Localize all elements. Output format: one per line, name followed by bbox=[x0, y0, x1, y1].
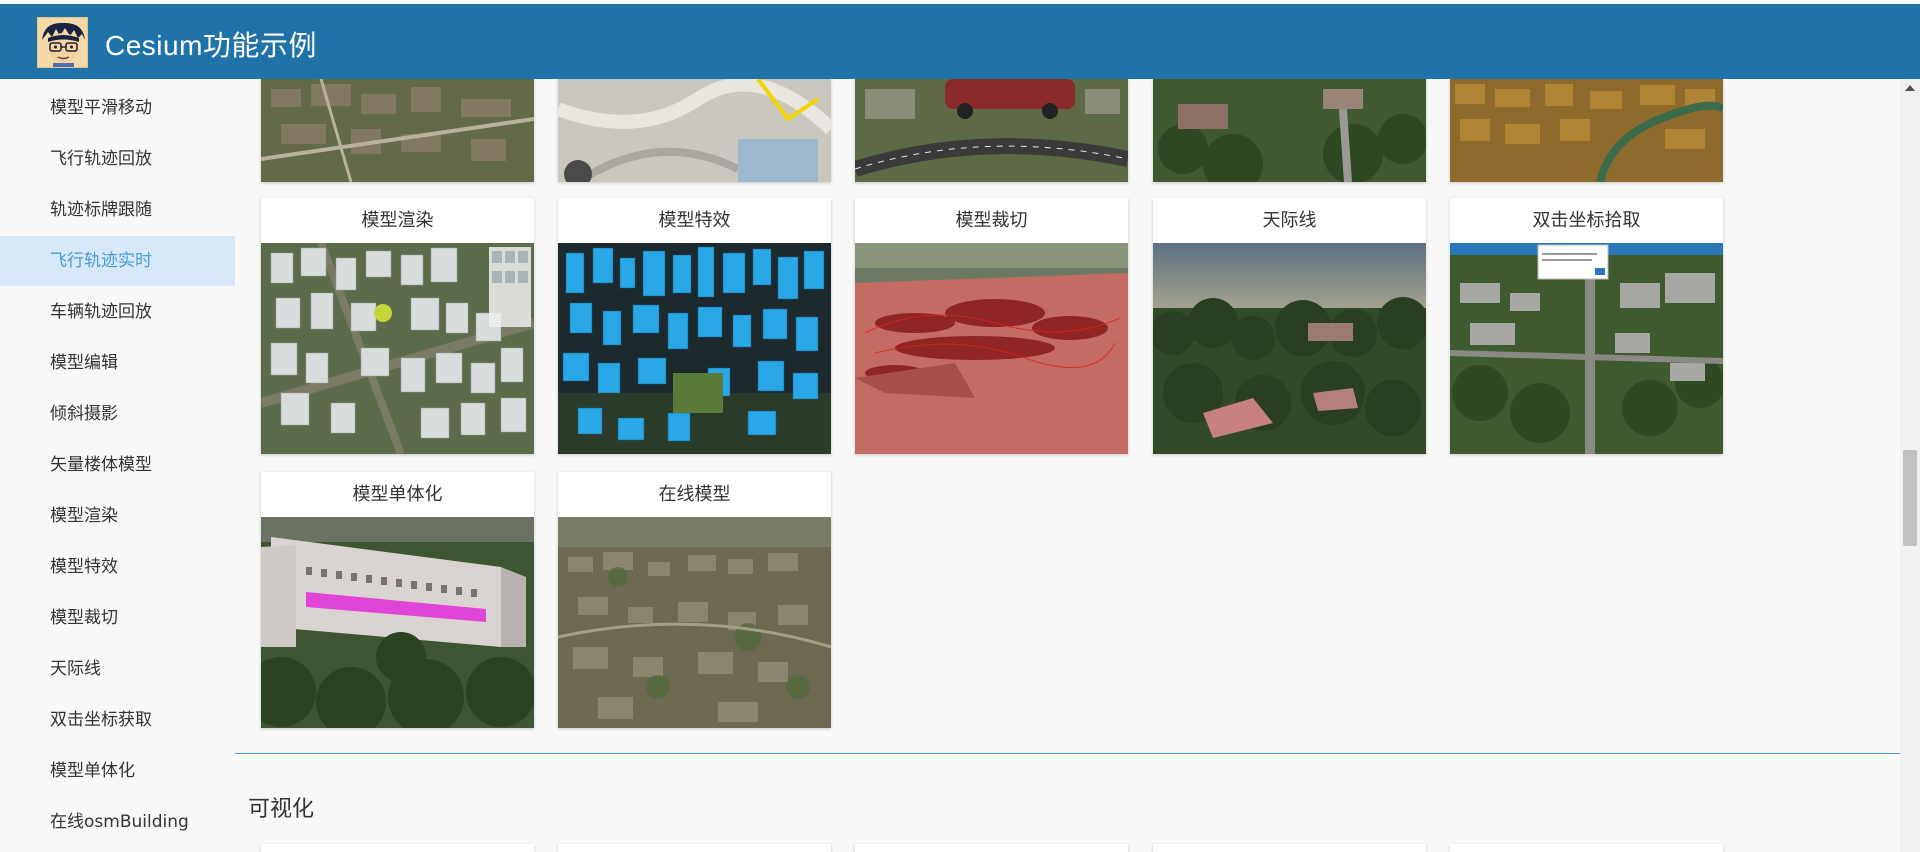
sidebar-item-model-effect[interactable]: 模型特效 bbox=[0, 542, 235, 592]
gallery-content: 模型渲染 模型特效 模型裁切 天际线 双击坐标拾取 模型单体化 在线模型 可视化 bbox=[235, 79, 1900, 852]
thumbnail-image bbox=[1450, 243, 1723, 454]
gallery-card-partial[interactable] bbox=[1450, 844, 1723, 852]
card-title: 模型渲染 bbox=[261, 198, 534, 243]
section-divider bbox=[235, 753, 1900, 754]
sidebar-item-oblique-photo[interactable]: 倾斜摄影 bbox=[0, 389, 235, 439]
gallery-card-skyline[interactable]: 天际线 bbox=[1153, 198, 1426, 454]
card-title: 天际线 bbox=[1153, 198, 1426, 243]
gallery-card-partial[interactable] bbox=[855, 844, 1128, 852]
gallery-card-partial[interactable] bbox=[855, 79, 1128, 182]
gallery-card-partial[interactable] bbox=[261, 844, 534, 852]
thumbnail-image bbox=[261, 243, 534, 454]
gallery-card-model-monomer[interactable]: 模型单体化 bbox=[261, 472, 534, 728]
sidebar-item-model-clip[interactable]: 模型裁切 bbox=[0, 593, 235, 643]
gallery-card-model-effect[interactable]: 模型特效 bbox=[558, 198, 831, 454]
sidebar-item-model-edit[interactable]: 模型编辑 bbox=[0, 338, 235, 388]
sidebar-item-model-render[interactable]: 模型渲染 bbox=[0, 491, 235, 541]
gallery-card-partial[interactable] bbox=[1450, 79, 1723, 182]
gallery-card-partial[interactable] bbox=[558, 844, 831, 852]
thumbnail-image bbox=[261, 517, 534, 728]
card-title: 模型裁切 bbox=[855, 198, 1128, 243]
gallery-card-dblclick-coord[interactable]: 双击坐标拾取 bbox=[1450, 198, 1723, 454]
vertical-scrollbar[interactable] bbox=[1900, 79, 1920, 852]
thumbnail-image bbox=[855, 243, 1128, 454]
app-title: Cesium功能示例 bbox=[105, 30, 317, 61]
thumbnail-image bbox=[558, 517, 831, 728]
thumbnail-image bbox=[558, 79, 831, 182]
scroll-thumb[interactable] bbox=[1903, 450, 1917, 546]
thumbnail-image bbox=[1153, 79, 1426, 182]
sidebar-nav: 模型平滑移动 飞行轨迹回放 轨迹标牌跟随 飞行轨迹实时 车辆轨迹回放 模型编辑 … bbox=[0, 79, 235, 852]
sidebar-item-osm-building[interactable]: 在线osmBuilding bbox=[0, 797, 235, 847]
card-title: 在线模型 bbox=[558, 472, 831, 517]
app-header: Cesium功能示例 bbox=[0, 4, 1920, 79]
thumbnail-image bbox=[261, 79, 534, 182]
card-title: 模型特效 bbox=[558, 198, 831, 243]
gallery-card-partial[interactable] bbox=[261, 79, 534, 182]
card-title: 双击坐标拾取 bbox=[1450, 198, 1723, 243]
gallery-card-model-render[interactable]: 模型渲染 bbox=[261, 198, 534, 454]
gallery-card-partial[interactable] bbox=[558, 79, 831, 182]
sidebar-item-dblclick-coord[interactable]: 双击坐标获取 bbox=[0, 695, 235, 745]
gallery-card-model-clip[interactable]: 模型裁切 bbox=[855, 198, 1128, 454]
thumbnail-image bbox=[1450, 79, 1723, 182]
section-title-visualization: 可视化 bbox=[248, 797, 315, 822]
scroll-up-arrow-icon[interactable] bbox=[1905, 85, 1915, 91]
avatar-icon[interactable] bbox=[37, 17, 88, 68]
sidebar-item-model-smooth-move[interactable]: 模型平滑移动 bbox=[0, 83, 235, 133]
sidebar-item-flight-replay[interactable]: 飞行轨迹回放 bbox=[0, 134, 235, 184]
sidebar-item-skyline[interactable]: 天际线 bbox=[0, 644, 235, 694]
gallery-card-online-model[interactable]: 在线模型 bbox=[558, 472, 831, 728]
gallery-card-partial[interactable] bbox=[1153, 844, 1426, 852]
sidebar-item-model-monomer[interactable]: 模型单体化 bbox=[0, 746, 235, 796]
sidebar-item-flight-realtime[interactable]: 飞行轨迹实时 bbox=[0, 236, 235, 286]
sidebar-item-track-label-follow[interactable]: 轨迹标牌跟随 bbox=[0, 185, 235, 235]
thumbnail-image bbox=[1153, 243, 1426, 454]
thumbnail-image bbox=[558, 243, 831, 454]
thumbnail-image bbox=[855, 79, 1128, 182]
card-title: 模型单体化 bbox=[261, 472, 534, 517]
gallery-card-partial[interactable] bbox=[1153, 79, 1426, 182]
sidebar-item-vector-building[interactable]: 矢量楼体模型 bbox=[0, 440, 235, 490]
sidebar-item-vehicle-replay[interactable]: 车辆轨迹回放 bbox=[0, 287, 235, 337]
